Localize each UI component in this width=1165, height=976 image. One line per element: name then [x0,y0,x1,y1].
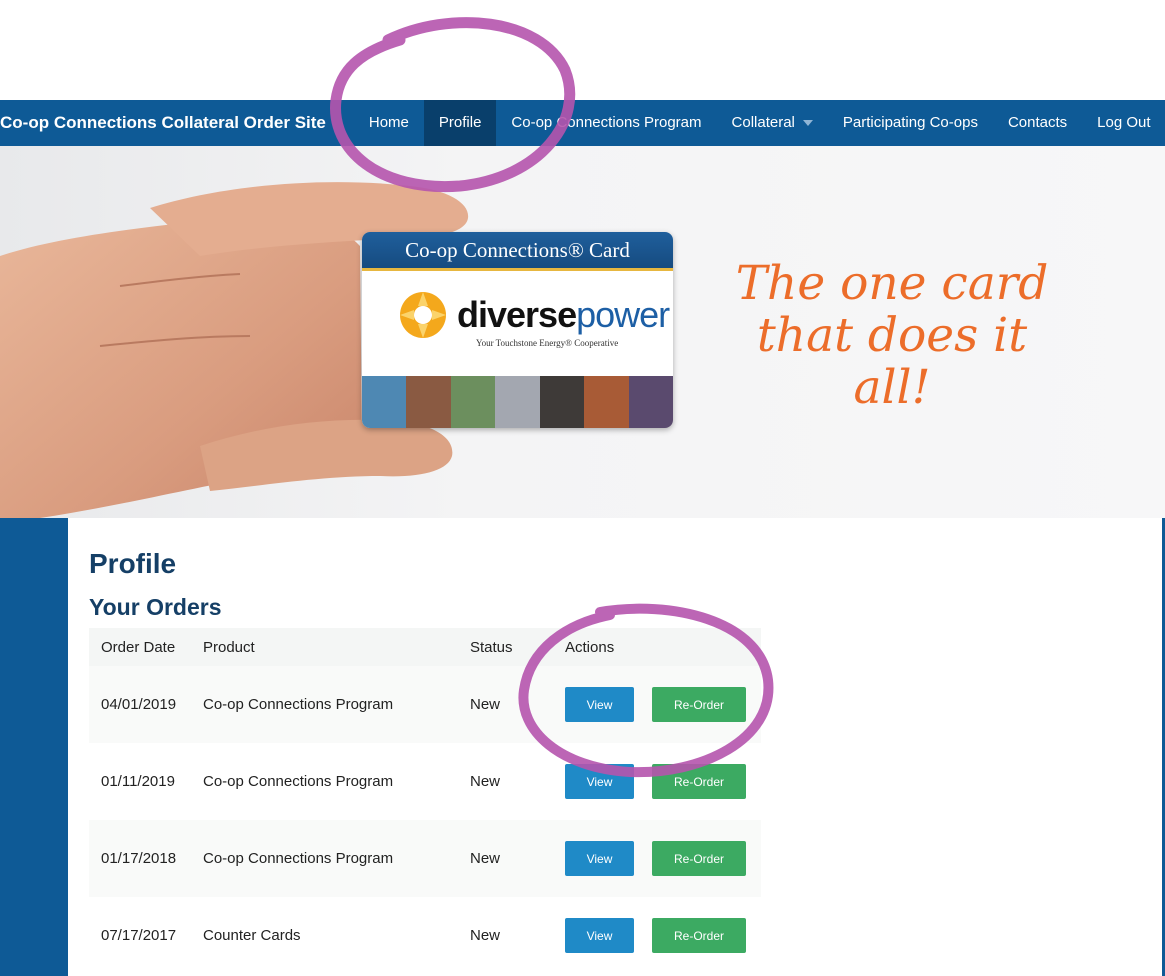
nav-log-out[interactable]: Log Out [1082,100,1165,146]
view-button[interactable]: View [565,764,634,799]
order-date: 01/11/2019 [89,743,191,820]
order-actions: View Re-Order [553,666,761,743]
card-brand-bold: diverse [457,294,577,335]
nav-home[interactable]: Home [354,100,424,146]
orders-section-title: Your Orders [89,594,222,620]
table-row: 01/11/2019 Co-op Connections Program New… [89,743,761,820]
hero-tagline: The one card that does it all! [712,258,1072,414]
order-product: Counter Cards [191,897,458,974]
order-status: New [458,743,553,820]
tagline-line-2: that does it all! [756,308,1028,415]
coop-connections-card: Co-op Connections® Card diversepower You… [362,232,673,428]
col-order-date: Order Date [89,628,191,666]
card-tagline: Your Touchstone Energy® Cooperative [476,338,619,348]
order-product: Co-op Connections Program [191,820,458,897]
card-brand-name: diversepower [457,294,670,336]
col-status: Status [458,628,553,666]
sun-logo-icon [400,292,446,338]
page-title: Profile [89,548,177,579]
order-date: 01/17/2018 [89,820,191,897]
reorder-button[interactable]: Re-Order [652,841,746,876]
site-brand[interactable]: Co-op Connections Collateral Order Site [0,113,326,133]
order-status: New [458,666,553,743]
view-button[interactable]: View [565,687,634,722]
top-whitespace [0,0,1165,100]
reorder-button[interactable]: Re-Order [652,687,746,722]
nav-collateral-label: Collateral [731,114,795,131]
hero-banner: Co-op Connections® Card diversepower You… [0,146,1165,518]
order-actions: View Re-Order [553,743,761,820]
view-button[interactable]: View [565,841,634,876]
order-product: Co-op Connections Program [191,666,458,743]
nav-profile[interactable]: Profile [423,100,497,146]
table-row: 04/01/2019 Co-op Connections Program New… [89,666,761,743]
table-row: 01/17/2018 Co-op Connections Program New… [89,820,761,897]
orders-table: Order Date Product Status Actions 04/01/… [89,628,761,974]
reorder-button[interactable]: Re-Order [652,918,746,953]
top-navbar: Co-op Connections Collateral Order Site … [0,100,1165,146]
tagline-line-1: The one card [735,256,1049,311]
order-status: New [458,820,553,897]
nav-participating-coops[interactable]: Participating Co-ops [828,100,993,146]
view-button[interactable]: View [565,918,634,953]
table-header-row: Order Date Product Status Actions [89,628,761,666]
col-product: Product [191,628,458,666]
card-brand-light: power [576,294,670,335]
order-date: 07/17/2017 [89,897,191,974]
order-product: Co-op Connections Program [191,743,458,820]
table-row: 07/17/2017 Counter Cards New View Re-Orde… [89,897,761,974]
order-status: New [458,897,553,974]
order-date: 04/01/2019 [89,666,191,743]
reorder-button[interactable]: Re-Order [652,764,746,799]
card-title: Co-op Connections® Card [362,232,673,271]
chevron-down-icon [802,120,813,127]
nav-contacts[interactable]: Contacts [993,100,1082,146]
col-actions: Actions [553,628,761,666]
card-photo-strip [362,376,673,428]
order-actions: View Re-Order [553,897,761,974]
nav-collateral[interactable]: Collateral [717,100,828,146]
nav-coop-connections-program[interactable]: Co-op Connections Program [496,100,716,146]
left-side-bar [0,518,68,976]
order-actions: View Re-Order [553,820,761,897]
